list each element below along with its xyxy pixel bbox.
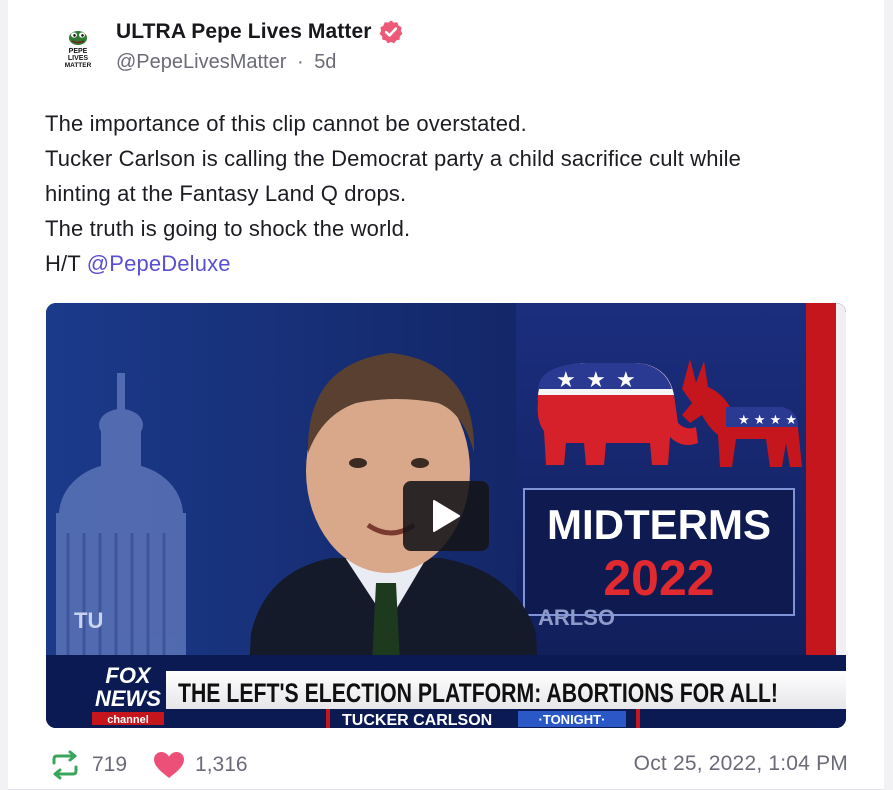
avatar[interactable]: PEPE LIVES MATTER <box>52 22 104 74</box>
author-display-name[interactable]: ULTRA Pepe Lives Matter <box>116 20 372 44</box>
post-text-line: H/T @PepeDeluxe <box>45 246 845 281</box>
post-text-line: The importance of this clip cannot be ov… <box>45 111 527 136</box>
post-timestamp[interactable]: Oct 25, 2022, 1:04 PM <box>634 752 848 776</box>
repost-icon <box>52 750 78 780</box>
svg-text:★: ★ <box>556 368 576 393</box>
network-logo-line1: FOX <box>105 663 152 688</box>
avatar-text-3: MATTER <box>65 62 92 69</box>
pepe-avatar-icon: PEPE LIVES MATTER <box>52 22 104 74</box>
avatar-text-1: PEPE <box>69 48 88 55</box>
heart-icon <box>154 752 185 778</box>
post-actions: 719 1,316 Oct 25, 2022, 1:04 PM <box>48 745 848 785</box>
hat-tip-prefix: H/T <box>45 251 87 276</box>
chyron-text: THE LEFT'S ELECTION PLATFORM: ABORTIONS … <box>178 678 778 708</box>
verified-badge-icon <box>379 20 402 44</box>
subchyron-show: TUCKER CARLSON <box>342 712 492 728</box>
handle-separator: · <box>296 51 304 73</box>
network-logo-line3: channel <box>107 714 149 726</box>
video-thumbnail[interactable]: TU ★ ★ ★ ★ ★ ★ ★ MIDTERMS 2022 ARLSO THE… <box>46 303 846 728</box>
play-icon <box>433 500 460 532</box>
repost-button[interactable]: 719 <box>48 750 127 780</box>
post-card: PEPE LIVES MATTER ULTRA Pepe Lives Matte… <box>8 0 884 790</box>
mention-link[interactable]: @PepeDeluxe <box>87 251 231 276</box>
repost-count: 719 <box>92 753 128 776</box>
graphic-year: 2022 <box>603 550 714 606</box>
svg-text:★ ★ ★ ★: ★ ★ ★ ★ <box>738 413 797 428</box>
play-button[interactable] <box>403 481 489 551</box>
svg-text:★: ★ <box>616 368 636 393</box>
bg-partial-text-right: ARLSO <box>538 605 615 630</box>
post-body: The importance of this clip cannot be ov… <box>45 106 845 281</box>
svg-text:★: ★ <box>586 368 606 393</box>
author-handle[interactable]: @PepeLivesMatter <box>116 51 286 73</box>
author-name-row: ULTRA Pepe Lives Matter <box>116 18 404 46</box>
post-text-line: hinting at the Fantasy Land Q drops. <box>45 181 407 206</box>
post-text-line: Tucker Carlson is calling the Democrat p… <box>45 146 742 171</box>
like-button[interactable]: 1,316 <box>153 751 248 779</box>
post-text-line: The truth is going to shock the world. <box>45 216 411 241</box>
graphic-title: MIDTERMS <box>547 501 771 548</box>
like-count: 1,316 <box>195 753 248 776</box>
subchyron-tag: ·TONIGHT· <box>539 712 606 727</box>
bg-partial-text-left: TU <box>74 608 103 633</box>
author-handle-row: @PepeLivesMatter · 5d <box>116 51 336 74</box>
network-logo-line2: NEWS <box>95 686 161 711</box>
post-age[interactable]: 5d <box>314 51 336 73</box>
avatar-text-2: LIVES <box>68 55 89 62</box>
